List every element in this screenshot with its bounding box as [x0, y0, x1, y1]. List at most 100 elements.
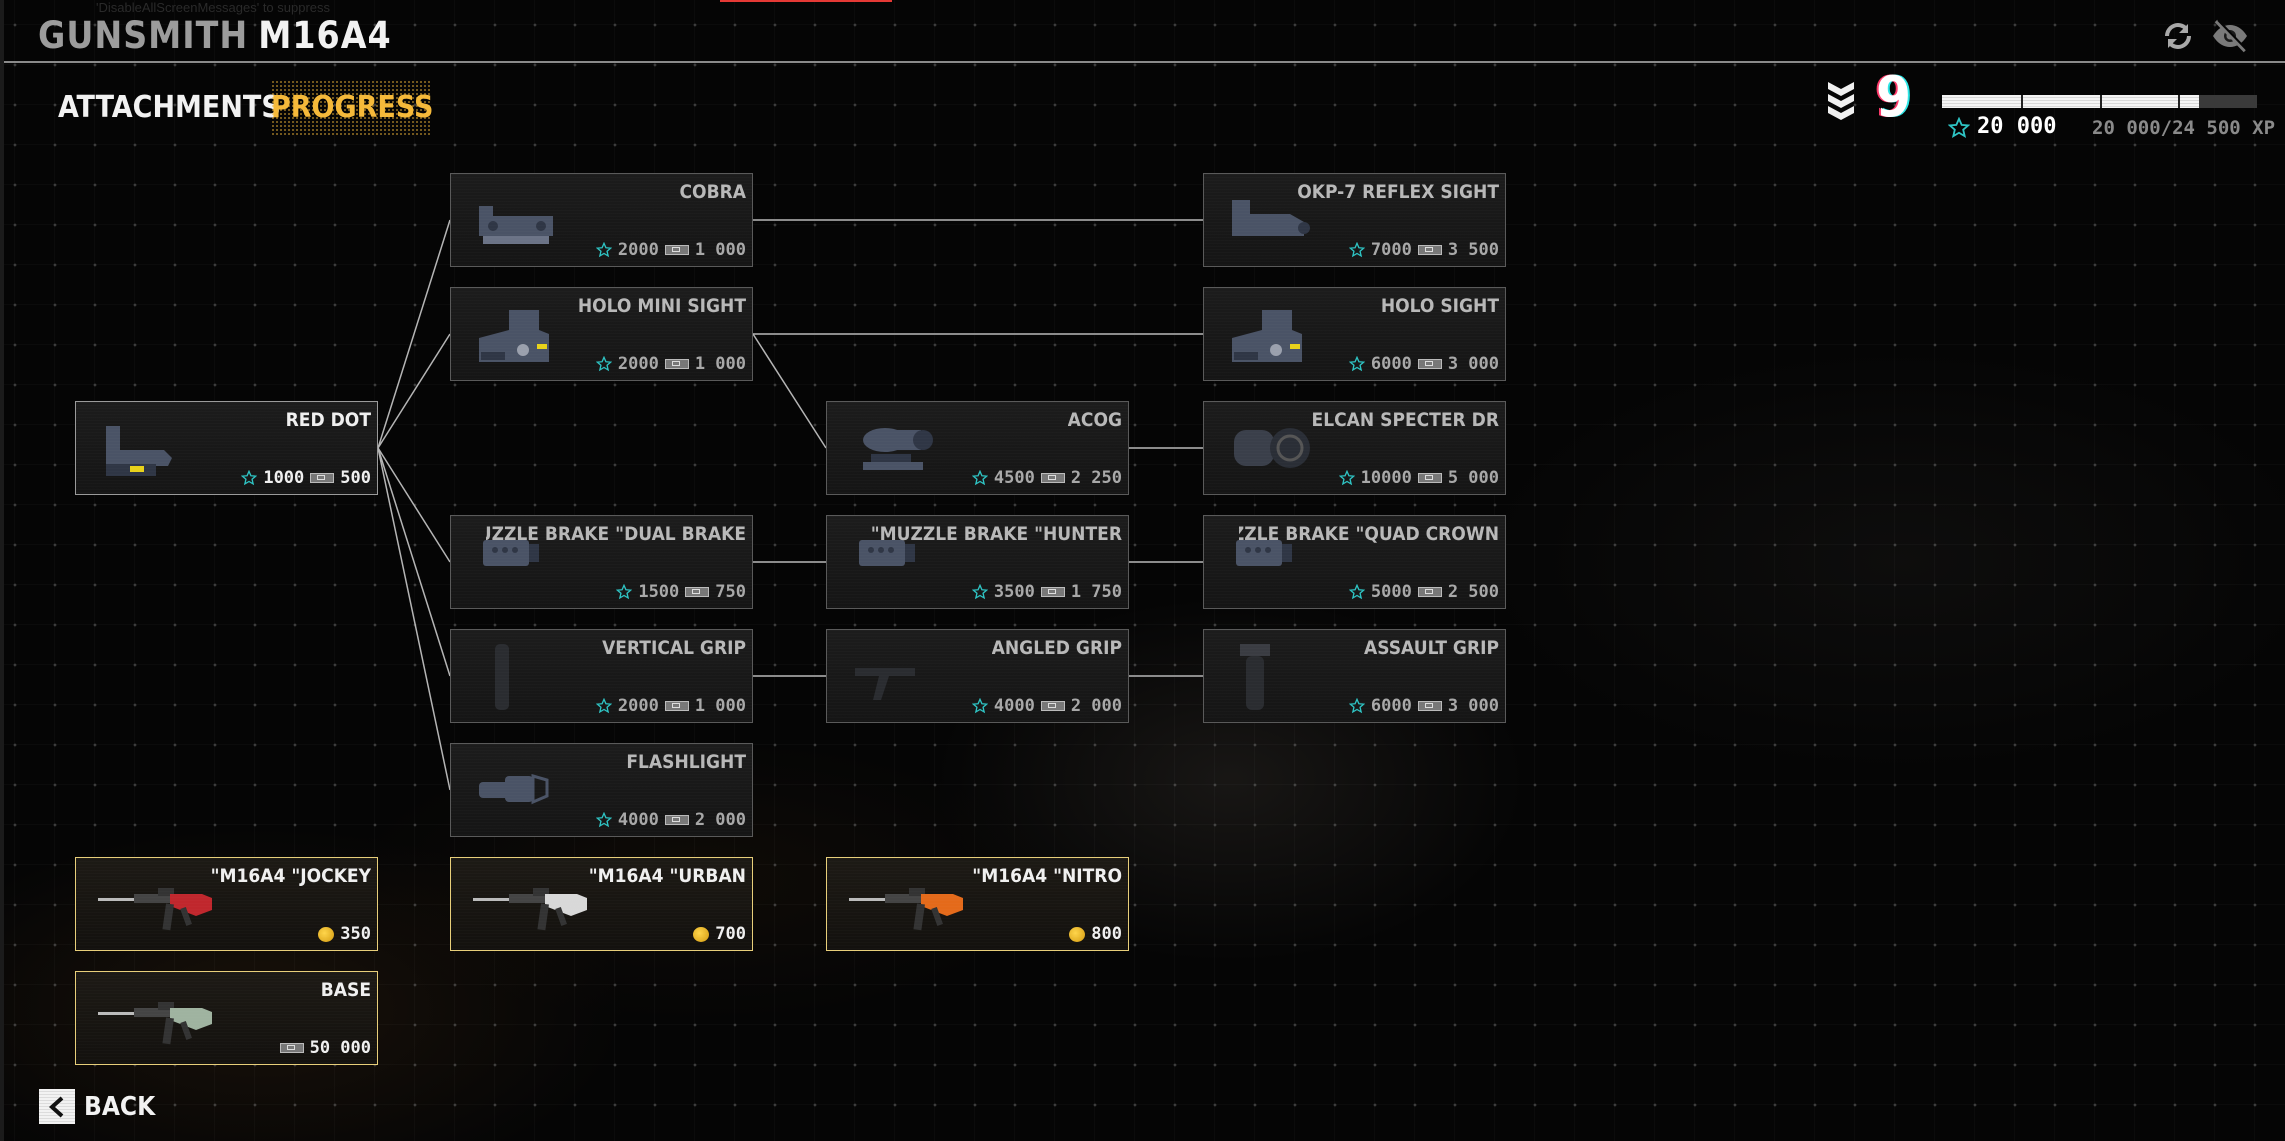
card-costs: 2000 1 000 — [595, 696, 746, 716]
card-costs: 7000 3 500 — [1348, 240, 1499, 260]
cash-cost: 2 000 — [1070, 696, 1122, 716]
skin-card-jockey[interactable]: M16A4 "JOCKEY" 350 — [75, 857, 378, 951]
card-costs: 6000 3 000 — [1348, 354, 1499, 374]
chevron-left-icon — [39, 1089, 75, 1124]
xp-star-icon — [595, 356, 612, 372]
cash-cost: 2 000 — [694, 810, 746, 830]
cash-icon — [1040, 701, 1065, 711]
card-name: FLASHLIGHT — [626, 751, 746, 773]
page-title: GUNSMITH M16A4 — [38, 14, 392, 57]
cash-cost: 3 000 — [1447, 354, 1499, 374]
attachment-card-quad-crown[interactable]: MUZZLE BRAKE "QUAD CROWN" 5000 2 500 — [1203, 515, 1506, 609]
xp-total: 20 000/24 500 XP — [2092, 117, 2276, 139]
coin-icon — [318, 926, 335, 942]
cash-cost: 1 000 — [694, 240, 746, 260]
cash-cost: 2 250 — [1070, 468, 1122, 488]
attachment-card-dual-brake[interactable]: MUZZLE BRAKE "DUAL BRAKE" 1500 750 — [450, 515, 753, 609]
cash-cost: 5 000 — [1447, 468, 1499, 488]
weapon-level: 9 — [1876, 65, 1912, 130]
xp-progress-fill — [1942, 95, 2200, 108]
card-costs: 6000 3 000 — [1348, 696, 1499, 716]
cash-icon — [1417, 473, 1442, 483]
tab-attachments[interactable]: ATTACHMENTS — [44, 80, 295, 135]
attachment-card-elcan[interactable]: ELCAN SPECTER DR 10000 5 000 — [1203, 401, 1506, 495]
xp-star-icon — [595, 242, 612, 258]
skin-name: BASE — [320, 979, 371, 1001]
card-name: COBRA — [679, 181, 747, 203]
card-name: VERTICAL GRIP — [602, 637, 746, 659]
xp-star-icon — [241, 470, 258, 486]
header-divider — [4, 61, 2285, 63]
attachment-card-assault-grip[interactable]: ASSAULT GRIP 6000 3 000 — [1203, 629, 1506, 723]
cash-icon — [664, 815, 689, 825]
cash-cost: 1 000 — [694, 354, 746, 374]
xp-progress-bar — [1942, 95, 2257, 108]
xp-cost: 7000 — [1370, 240, 1412, 260]
card-costs: 1500 750 — [616, 582, 746, 602]
skin-card-base[interactable]: BASE 50 000 — [75, 971, 378, 1065]
xp-star-icon — [1338, 470, 1355, 486]
system-message: 'DisableAllScreenMessages' to suppress — [96, 0, 331, 15]
cash-icon — [664, 701, 689, 711]
card-name: OKP-7 REFLEX SIGHT — [1297, 181, 1499, 203]
xp-cost: 2000 — [617, 354, 659, 374]
back-button[interactable]: BACK — [39, 1089, 155, 1124]
xp-star-icon — [971, 470, 988, 486]
cash-icon — [685, 587, 710, 597]
cash-icon — [279, 1043, 304, 1053]
attachment-card-hunter[interactable]: MUZZLE BRAKE "HUNTER" 3500 1 750 — [826, 515, 1129, 609]
card-costs: 4000 2 000 — [595, 810, 746, 830]
xp-segment-divider — [2020, 95, 2023, 108]
attachment-card-angled-grip[interactable]: ANGLED GRIP 4000 2 000 — [826, 629, 1129, 723]
cash-cost: 2 500 — [1447, 582, 1499, 602]
card-name: MUZZLE BRAKE "HUNTER" — [870, 523, 1122, 545]
attachment-card-holo[interactable]: HOLO SIGHT 6000 3 000 — [1203, 287, 1506, 381]
card-costs: 4500 2 250 — [971, 468, 1122, 488]
attachment-card-flashlight[interactable]: FLASHLIGHT 4000 2 000 — [450, 743, 753, 837]
attachment-card-vertical-grip[interactable]: VERTICAL GRIP 2000 1 000 — [450, 629, 753, 723]
xp-cost: 4500 — [993, 468, 1035, 488]
eye-off-icon[interactable] — [2210, 16, 2250, 56]
cash-icon — [1040, 587, 1065, 597]
card-costs: 3500 1 750 — [971, 582, 1122, 602]
rank-chevron-icon — [1826, 80, 1856, 124]
card-name: MUZZLE BRAKE "DUAL BRAKE" — [486, 523, 746, 545]
card-name: ASSAULT GRIP — [1364, 637, 1499, 659]
attachment-card-cobra[interactable]: COBRA 2000 1 000 — [450, 173, 753, 267]
xp-segment-divider — [2099, 95, 2102, 108]
coin-cost: 800 — [1091, 924, 1122, 944]
coin-cost: 350 — [340, 924, 371, 944]
skin-card-nitro[interactable]: M16A4 "NITRO" 800 — [826, 857, 1129, 951]
refresh-icon[interactable] — [2158, 16, 2198, 56]
top-alert-bar — [720, 0, 892, 2]
xp-cost: 6000 — [1370, 696, 1412, 716]
xp-cost: 5000 — [1370, 582, 1412, 602]
cash-cost: 500 — [340, 468, 371, 488]
attachment-card-acog[interactable]: ACOG 4500 2 250 — [826, 401, 1129, 495]
background-grid — [0, 0, 2285, 1141]
tab-progress[interactable]: PROGRESS — [271, 80, 433, 135]
xp-cost: 1500 — [638, 582, 680, 602]
xp-cost: 2000 — [617, 240, 659, 260]
xp-star-icon — [1348, 698, 1365, 714]
xp-current: 20 000 — [1977, 114, 2057, 139]
cash-icon — [1417, 701, 1442, 711]
xp-cost: 6000 — [1370, 354, 1412, 374]
xp-cost: 10000 — [1360, 468, 1412, 488]
skin-card-urban[interactable]: M16A4 "URBAN" 700 — [450, 857, 753, 951]
xp-star-icon — [1948, 117, 1970, 139]
xp-cost: 3500 — [993, 582, 1035, 602]
xp-star-icon — [1348, 584, 1365, 600]
attachment-card-okp7[interactable]: OKP-7 REFLEX SIGHT 7000 3 500 — [1203, 173, 1506, 267]
xp-star-icon — [595, 698, 612, 714]
card-costs: 2000 1 000 — [595, 354, 746, 374]
attachment-card-red-dot[interactable]: RED DOT 1000 500 — [75, 401, 378, 495]
attachment-card-holo-mini[interactable]: HOLO MINI SIGHT 2000 1 000 — [450, 287, 753, 381]
card-name: MUZZLE BRAKE "QUAD CROWN" — [1239, 523, 1499, 545]
card-name: HOLO MINI SIGHT — [577, 295, 746, 317]
xp-star-icon — [595, 812, 612, 828]
cash-icon — [1040, 473, 1065, 483]
card-costs: 1000 500 — [241, 468, 371, 488]
card-name: ACOG — [1067, 409, 1122, 431]
back-label: BACK — [84, 1091, 156, 1122]
